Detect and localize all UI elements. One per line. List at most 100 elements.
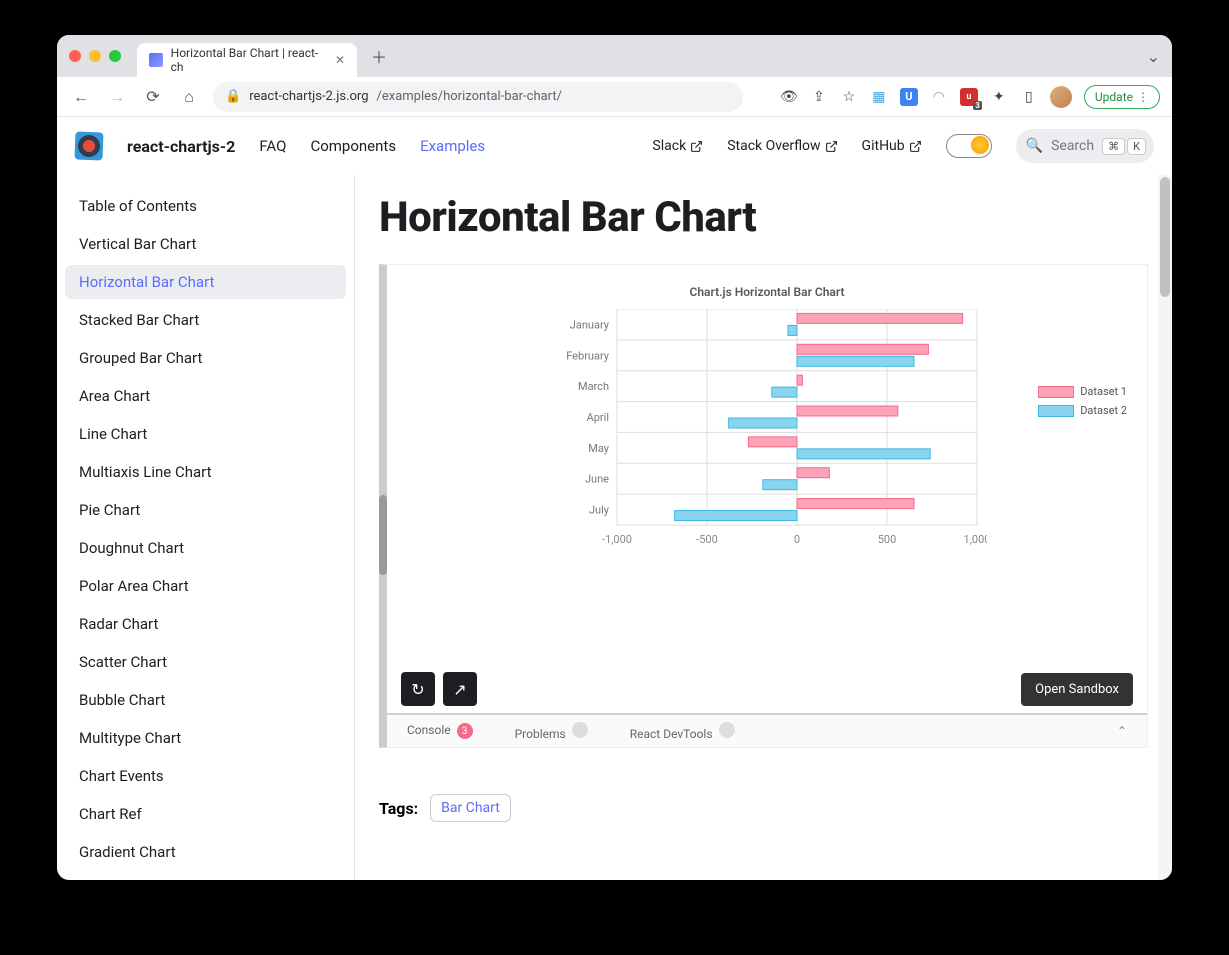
sidebar-item[interactable]: Polar Area Chart: [65, 569, 346, 603]
svg-text:0: 0: [794, 533, 800, 546]
sidebar-item[interactable]: Vertical Bar Chart: [65, 227, 346, 261]
svg-text:500: 500: [878, 533, 897, 546]
sidebar-item[interactable]: Horizontal Bar Chart: [65, 265, 346, 299]
search-placeholder: Search: [1051, 138, 1094, 154]
site-brand[interactable]: react-chartjs-2: [127, 137, 235, 156]
svg-text:1,000: 1,000: [964, 533, 987, 546]
site-logo-icon[interactable]: [75, 132, 104, 161]
search-input[interactable]: 🔍 Search ⌘K: [1016, 129, 1154, 163]
sidebar-item[interactable]: Table of Contents: [65, 189, 346, 223]
extensions-puzzle-icon[interactable]: ✦: [990, 88, 1008, 106]
forward-button[interactable]: →: [105, 85, 129, 109]
nav-faq[interactable]: FAQ: [259, 137, 286, 155]
sidebar-item[interactable]: Line Chart: [65, 417, 346, 451]
sidebar-item[interactable]: Chart Ref: [65, 797, 346, 831]
sidebar-item[interactable]: Multitype Chart: [65, 721, 346, 755]
sidebar-item[interactable]: Bubble Chart: [65, 683, 346, 717]
tab-react-devtools[interactable]: React DevTools: [630, 722, 735, 741]
url-path: /examples/horizontal-bar-chart/: [377, 89, 563, 104]
profile-avatar[interactable]: [1050, 86, 1072, 108]
svg-text:March: March: [578, 380, 609, 393]
sun-icon: [971, 136, 989, 154]
home-button[interactable]: ⌂: [177, 85, 201, 109]
sidebar: Table of Contents Vertical Bar Chart Horiz…: [57, 175, 355, 880]
update-button[interactable]: Update ⋮: [1084, 85, 1160, 109]
tags-row: Tags: Bar Chart: [379, 794, 1148, 822]
svg-text:-1,000: -1,000: [602, 533, 632, 546]
theme-toggle[interactable]: [946, 134, 992, 158]
legend-swatch-icon: [1038, 386, 1074, 398]
browser-tab[interactable]: Horizontal Bar Chart | react-ch ✕: [137, 43, 357, 77]
link-stackoverflow[interactable]: Stack Overflow: [727, 138, 837, 154]
sidepanel-icon[interactable]: ▯: [1020, 88, 1038, 106]
tags-label: Tags:: [379, 799, 418, 818]
sidebar-item[interactable]: Chart Events: [65, 759, 346, 793]
sidebar-item[interactable]: Gradient Chart: [65, 835, 346, 869]
sidebar-item[interactable]: Scatter Chart: [65, 645, 346, 679]
chart-title: Chart.js Horizontal Bar Chart: [407, 285, 1127, 299]
svg-text:April: April: [587, 411, 609, 424]
chart-container: Chart.js Horizontal Bar Chart -1,000-500…: [387, 265, 1147, 665]
external-link-icon: [909, 140, 922, 153]
sidebar-item[interactable]: Stacked Bar Chart: [65, 303, 346, 337]
link-slack[interactable]: Slack: [652, 138, 703, 154]
extension-icon[interactable]: ▦: [870, 88, 888, 106]
tag-bar-chart[interactable]: Bar Chart: [430, 794, 511, 822]
tab-title: Horizontal Bar Chart | react-ch: [171, 46, 327, 74]
browser-toolbar: ← → ⟳ ⌂ 🔒 react-chartjs-2.js.org/example…: [57, 77, 1172, 117]
tab-console[interactable]: Console3: [407, 723, 473, 740]
tabs-menu-icon[interactable]: ⌄: [1147, 47, 1160, 66]
reload-button[interactable]: ⟳: [141, 85, 165, 109]
nav-examples[interactable]: Examples: [420, 137, 485, 155]
open-sandbox-button[interactable]: Open Sandbox: [1021, 673, 1133, 706]
page-scrollbar[interactable]: [1158, 175, 1172, 880]
minimize-window-button[interactable]: [89, 50, 101, 62]
sidebar-item[interactable]: Grouped Bar Chart: [65, 341, 346, 375]
svg-text:June: June: [585, 473, 609, 486]
search-shortcut: ⌘K: [1102, 138, 1146, 155]
page-title: Horizontal Bar Chart: [379, 193, 1148, 242]
panel-toggle-icon[interactable]: ⌃: [1117, 724, 1127, 738]
update-label: Update: [1095, 90, 1133, 104]
sandbox-panel: Chart.js Horizontal Bar Chart -1,000-500…: [379, 264, 1148, 748]
extension-ublock-icon[interactable]: u3: [960, 88, 978, 106]
tab-problems[interactable]: Problems: [515, 722, 588, 741]
external-link-icon: [825, 140, 838, 153]
close-window-button[interactable]: [69, 50, 81, 62]
devtools-count-badge: [719, 722, 735, 738]
extension-vpn-icon[interactable]: ◠: [930, 88, 948, 106]
external-link-icon: [690, 140, 703, 153]
maximize-window-button[interactable]: [109, 50, 121, 62]
eye-off-icon[interactable]: 👁: [780, 88, 798, 106]
sidebar-item[interactable]: Area Chart: [65, 379, 346, 413]
sidebar-item[interactable]: Multiaxis Line Chart: [65, 455, 346, 489]
lock-icon: 🔒: [225, 89, 241, 104]
nav-components[interactable]: Components: [310, 137, 396, 155]
browser-tabbar: Horizontal Bar Chart | react-ch ✕ ＋ ⌄: [57, 35, 1172, 77]
url-host: react-chartjs-2.js.org: [249, 89, 368, 104]
svg-text:July: July: [589, 504, 610, 517]
favicon-icon: [149, 53, 163, 67]
close-tab-icon[interactable]: ✕: [335, 53, 345, 67]
address-bar[interactable]: 🔒 react-chartjs-2.js.org/examples/horizo…: [213, 82, 743, 112]
menu-dots-icon: ⋮: [1137, 90, 1149, 104]
sandbox-tabs: Console3 Problems React DevTools ⌃: [387, 713, 1147, 747]
site-header: react-chartjs-2 FAQ Components Examples …: [57, 117, 1172, 175]
star-icon[interactable]: ☆: [840, 88, 858, 106]
sidebar-item[interactable]: Pie Chart: [65, 493, 346, 527]
new-tab-button[interactable]: ＋: [365, 42, 393, 70]
refresh-sandbox-button[interactable]: ↻: [401, 672, 435, 706]
open-external-button[interactable]: ↗: [443, 672, 477, 706]
link-github[interactable]: GitHub: [862, 138, 922, 154]
extension-bitwarden-icon[interactable]: U: [900, 88, 918, 106]
browser-window: Horizontal Bar Chart | react-ch ✕ ＋ ⌄ ← …: [57, 35, 1172, 880]
svg-text:May: May: [588, 442, 610, 455]
sidebar-item[interactable]: Radar Chart: [65, 607, 346, 641]
chart-legend: Dataset 1 Dataset 2: [1038, 385, 1127, 423]
toolbar-actions: 👁 ⇪ ☆ ▦ U ◠ u3 ✦ ▯ Update ⋮: [780, 85, 1160, 109]
sidebar-item[interactable]: Doughnut Chart: [65, 531, 346, 565]
legend-dataset-2: Dataset 2: [1038, 404, 1127, 417]
back-button[interactable]: ←: [69, 85, 93, 109]
share-icon[interactable]: ⇪: [810, 88, 828, 106]
sandbox-scrollbar[interactable]: [379, 495, 387, 575]
